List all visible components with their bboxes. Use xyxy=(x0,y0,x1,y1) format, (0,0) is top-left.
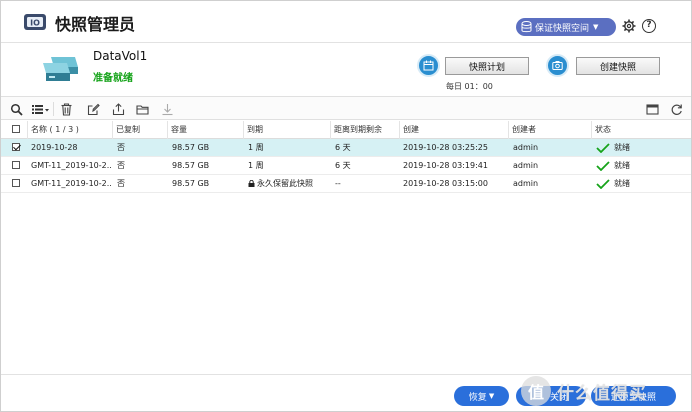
restore-label: 恢复 xyxy=(468,392,487,403)
check-icon xyxy=(596,161,610,171)
snapshot-space-label: 保证快照空间 xyxy=(535,23,590,34)
snapshot-created: 2019-10-28 03:15:00 xyxy=(403,179,488,188)
restore-button[interactable]: 恢复 ▼ xyxy=(454,386,509,406)
row-checkbox[interactable] xyxy=(12,139,24,157)
volume-icon xyxy=(43,57,78,81)
col-created[interactable]: 创建 xyxy=(399,121,507,139)
snapshot-size: 98.57 GB xyxy=(172,161,210,170)
refresh-icon[interactable] xyxy=(670,102,683,116)
database-icon xyxy=(521,21,532,33)
help-icon[interactable]: ? xyxy=(642,19,656,33)
snapshot-remaining: -- xyxy=(335,179,341,188)
snapshot-name: GMT-11_2019-10-2... xyxy=(31,161,111,170)
snapshot-creator: admin xyxy=(513,179,539,188)
create-snapshot-button[interactable]: 创建快照 xyxy=(576,57,660,75)
create-snapshot-icon[interactable] xyxy=(546,54,569,77)
volume-status: 准备就绪 xyxy=(93,73,133,84)
download-icon[interactable] xyxy=(161,102,174,116)
list-view-icon[interactable] xyxy=(32,102,50,116)
caret-down-icon: ▼ xyxy=(488,392,495,400)
snapshot-size: 98.57 GB xyxy=(172,179,210,188)
volume-name: DataVol1 xyxy=(93,49,148,63)
table-row[interactable]: GMT-11_2019-10-2... 否 98.57 GB 1 周 6 天 2… xyxy=(1,157,691,175)
calendar-icon xyxy=(423,60,434,71)
title-bar: IO 快照管理员 保证快照空间 ▼ ? xyxy=(1,1,691,43)
col-size[interactable]: 容量 xyxy=(167,121,242,139)
check-icon xyxy=(596,143,610,153)
expiry-label: 永久保留此快照 xyxy=(257,179,313,188)
snapshot-expiry: 永久保留此快照 xyxy=(243,175,329,193)
watermark-badge: 值 xyxy=(521,376,551,406)
snapshot-created: 2019-10-28 03:19:41 xyxy=(403,161,488,170)
snapshot-status: 就绪 xyxy=(591,139,689,157)
snapshot-manager-window: IO 快照管理员 保证快照空间 ▼ ? DataVol1 准备就绪 快照计划 每… xyxy=(0,0,692,412)
snapshot-name: 2019-10-28 xyxy=(31,143,78,152)
gear-icon[interactable] xyxy=(622,19,636,33)
row-checkbox[interactable] xyxy=(12,157,24,175)
col-remaining[interactable]: 距离到期剩余 xyxy=(330,121,398,139)
svg-text:IO: IO xyxy=(30,19,40,28)
status-label: 就绪 xyxy=(614,179,630,188)
schedule-calendar-icon[interactable] xyxy=(417,54,440,77)
snapshot-status: 就绪 xyxy=(591,157,689,175)
snapshot-expiry: 1 周 xyxy=(248,161,264,170)
folder-icon[interactable] xyxy=(136,102,149,116)
snapshot-remaining: 6 天 xyxy=(335,143,351,152)
snapshot-created: 2019-10-28 03:25:25 xyxy=(403,143,488,152)
app-title: 快照管理员 xyxy=(55,15,136,34)
snapshot-space-dropdown[interactable]: 保证快照空间 ▼ xyxy=(516,18,616,36)
delete-icon[interactable] xyxy=(60,102,73,116)
status-label: 就绪 xyxy=(614,161,630,170)
col-expiry[interactable]: 到期 xyxy=(243,121,329,139)
col-creator[interactable]: 创建者 xyxy=(508,121,590,139)
snapshot-size: 98.57 GB xyxy=(172,143,210,152)
snapshot-remaining: 6 天 xyxy=(335,161,351,170)
snapshot-expiry: 1 周 xyxy=(248,143,264,152)
snapshot-creator: admin xyxy=(513,143,539,152)
snapshot-copied: 否 xyxy=(117,161,125,170)
snapshot-name: GMT-11_2019-10-2... xyxy=(31,179,111,188)
status-label: 就绪 xyxy=(614,143,630,152)
col-status[interactable]: 状态 xyxy=(591,121,689,139)
row-checkbox[interactable] xyxy=(12,175,24,193)
col-copied[interactable]: 已复制 xyxy=(112,121,166,139)
table-row[interactable]: GMT-11_2019-10-2... 否 98.57 GB 永久保留此快照 -… xyxy=(1,175,691,193)
schedule-time: 每日 01：00 xyxy=(446,82,493,91)
snapshot-status: 就绪 xyxy=(591,175,689,193)
watermark: 值 什么值得买 xyxy=(521,371,691,411)
lock-icon xyxy=(248,180,255,187)
snapshot-copied: 否 xyxy=(117,143,125,152)
select-all-checkbox[interactable] xyxy=(12,121,24,139)
snapshot-copied: 否 xyxy=(117,179,125,188)
table-row[interactable]: 2019-10-28 否 98.57 GB 1 周 6 天 2019-10-28… xyxy=(1,139,691,157)
edit-icon[interactable] xyxy=(87,102,100,116)
caret-down-icon: ▼ xyxy=(593,23,599,31)
check-icon xyxy=(596,179,610,189)
search-icon[interactable] xyxy=(10,102,23,116)
camera-icon xyxy=(552,61,563,70)
snapshot-table: 名称 ( 1 / 3 ) 已复制 容量 到期 距离到期剩余 创建 创建者 状态 … xyxy=(1,121,691,193)
snapshot-app-icon: IO xyxy=(24,14,46,30)
watermark-text: 什么值得买 xyxy=(557,383,647,404)
snapshot-creator: admin xyxy=(513,161,539,170)
toolbar xyxy=(1,96,691,120)
table-header: 名称 ( 1 / 3 ) 已复制 容量 到期 距离到期剩余 创建 创建者 状态 xyxy=(1,121,691,139)
window-icon[interactable] xyxy=(646,102,659,116)
export-icon[interactable] xyxy=(112,102,125,116)
snapshot-schedule-button[interactable]: 快照计划 xyxy=(445,57,529,75)
toolbar-divider xyxy=(53,102,54,116)
col-name[interactable]: 名称 ( 1 / 3 ) xyxy=(27,121,111,139)
